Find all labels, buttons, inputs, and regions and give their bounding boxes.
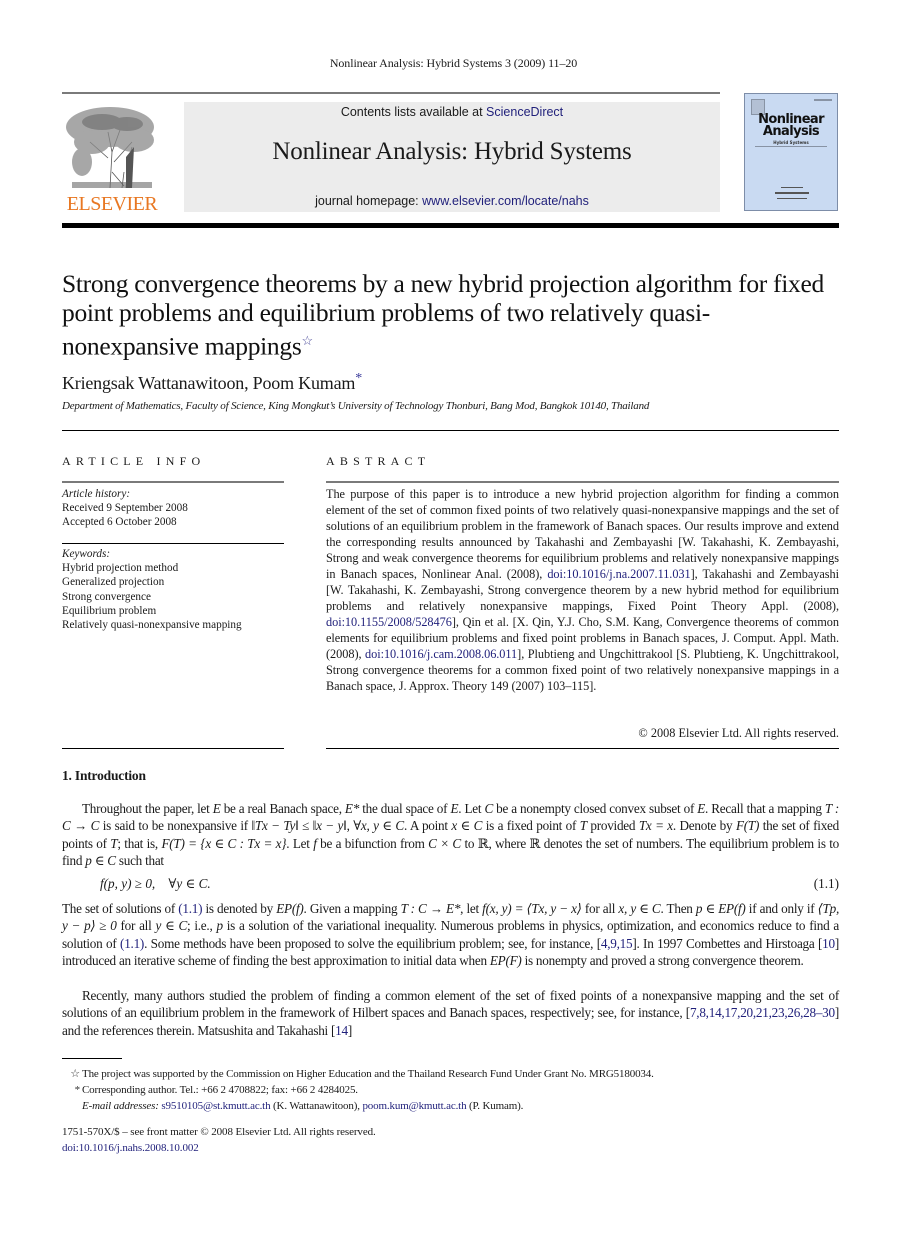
- cover-issn-mark: [814, 99, 832, 101]
- contents-line: Contents lists available at ScienceDirec…: [184, 105, 720, 119]
- article-title-text: Strong convergence theorems by a new hyb…: [62, 269, 824, 361]
- sciencedirect-link[interactable]: ScienceDirect: [486, 105, 563, 119]
- email-link-kumam[interactable]: poom.kum@kmutt.ac.th: [362, 1100, 466, 1112]
- article-title: Strong convergence theorems by a new hyb…: [62, 269, 842, 361]
- email-link-wattanawitoon[interactable]: s9510105@st.kmutt.ac.th: [161, 1100, 270, 1112]
- affiliation: Department of Mathematics, Faculty of Sc…: [62, 400, 650, 412]
- keyword-item: Generalized projection: [62, 576, 165, 589]
- abstract-body: The purpose of this paper is to introduc…: [326, 486, 839, 694]
- homepage-line: journal homepage: www.elsevier.com/locat…: [184, 194, 720, 208]
- history-label: Article history:: [62, 488, 131, 500]
- keyword-item: Hybrid projection method: [62, 562, 179, 575]
- received-date: Received 9 September 2008: [62, 502, 188, 515]
- cover-title-line2: Analysis: [762, 124, 820, 139]
- equation-1-1: f(p, y) ≥ 0, ∀y ∈ C.: [100, 876, 211, 891]
- footnote-corresponding: * Corresponding author. Tel.: +66 2 47088…: [62, 1082, 822, 1098]
- intro-paragraph-1: Throughout the paper, let E be a real Ba…: [62, 801, 839, 868]
- citation-link[interactable]: 4,9,15: [601, 936, 633, 951]
- footnote-asterisk-icon: *: [74, 1084, 81, 1096]
- abstract-heading: ABSTRACT: [326, 454, 431, 468]
- article-doi-link[interactable]: doi:10.1016/j.nahs.2008.10.002: [62, 1142, 199, 1154]
- journal-banner: Contents lists available at ScienceDirec…: [184, 102, 720, 212]
- keyword-item: Relatively quasi-nonexpansive mapping: [62, 619, 242, 632]
- article-info-heading: ARTICLE INFO: [62, 454, 206, 468]
- equation-ref-link[interactable]: (1.1): [178, 901, 202, 916]
- abstract-bottom-rule: [326, 748, 839, 749]
- corresponding-author-asterisk-icon[interactable]: *: [355, 371, 362, 386]
- cover-title: Nonlinear Analysis: [745, 113, 837, 139]
- intro-paragraph-2: The set of solutions of (1.1) is denoted…: [62, 901, 840, 968]
- journal-title: Nonlinear Analysis: Hybrid Systems: [272, 138, 632, 165]
- running-head: Nonlinear Analysis: Hybrid Systems 3 (20…: [329, 56, 578, 70]
- abstract-rule: [326, 481, 839, 483]
- title-footnote-star-icon[interactable]: ☆: [301, 333, 313, 348]
- keywords-label: Keywords:: [62, 548, 111, 560]
- masthead-top-rule: [62, 92, 720, 94]
- footnote-star-icon: ☆: [70, 1068, 80, 1080]
- cover-sciencedirect-mark-icon: [775, 192, 809, 194]
- cover-footer-mark: [777, 198, 807, 199]
- footnote-emails: E-mail addresses: s9510105@st.kmutt.ac.t…: [82, 1100, 524, 1112]
- article-history: Article history: Received 9 September 20…: [62, 487, 292, 530]
- homepage-prefix: journal homepage:: [315, 194, 423, 208]
- authors: Kriengsak Wattanawitoon, Poom Kumam*: [62, 371, 362, 394]
- article-info-rule: [62, 481, 284, 483]
- article-info-bottom-rule: [62, 748, 284, 749]
- abstract-copyright: © 2008 Elsevier Ltd. All rights reserved…: [638, 726, 839, 740]
- cover-rule: [755, 146, 827, 147]
- equation-ref-link[interactable]: (1.1): [120, 936, 144, 951]
- intro-paragraph-3: Recently, many authors studied the probl…: [62, 988, 839, 1038]
- journal-cover-thumbnail[interactable]: Nonlinear Analysis Hybrid Systems: [744, 93, 838, 211]
- citation-link[interactable]: 10: [822, 936, 835, 951]
- author-names: Kriengsak Wattanawitoon, Poom Kumam: [62, 373, 356, 393]
- doi-link[interactable]: doi:10.1016/j.na.2007.11.031: [547, 567, 690, 581]
- keyword-item: Strong convergence: [62, 590, 151, 603]
- cover-subtitle: Hybrid Systems: [773, 140, 809, 145]
- keyword-item: Equilibrium problem: [62, 604, 157, 617]
- footnote-rule: [62, 1058, 122, 1059]
- title-bottom-rule: [62, 430, 839, 431]
- journal-homepage-link[interactable]: www.elsevier.com/locate/nahs: [422, 194, 589, 208]
- footnote-funding: ☆ The project was supported by the Commis…: [62, 1066, 822, 1082]
- front-matter: 1751-570X/$ – see front matter © 2008 El…: [62, 1125, 376, 1156]
- doi-link[interactable]: doi:10.1016/j.cam.2008.06.011: [365, 647, 517, 661]
- contents-prefix: Contents lists available at: [340, 105, 487, 119]
- masthead-bottom-rule: [62, 223, 839, 228]
- issn-line: 1751-570X/$ – see front matter © 2008 El…: [62, 1126, 376, 1138]
- accepted-date: Accepted 6 October 2008: [62, 516, 177, 529]
- citation-link[interactable]: 7,8,14,17,20,21,23,26,28–30: [690, 1005, 835, 1020]
- elsevier-wordmark[interactable]: ELSEVIER: [62, 193, 162, 216]
- keywords: Keywords: Hybrid projection method Gener…: [62, 547, 292, 632]
- footnote-text: The project was supported by the Commiss…: [82, 1068, 654, 1080]
- keywords-rule: [62, 543, 284, 544]
- cover-footer-mark: [781, 187, 803, 188]
- email-label: E-mail addresses:: [82, 1100, 159, 1112]
- footnote-text: Corresponding author. Tel.: +66 2 470882…: [82, 1084, 358, 1096]
- citation-link[interactable]: 14: [335, 1023, 348, 1038]
- equation-number: (1.1): [813, 876, 839, 891]
- section-heading-introduction: 1. Introduction: [62, 768, 146, 783]
- doi-link[interactable]: doi:10.1155/2008/528476: [326, 615, 452, 629]
